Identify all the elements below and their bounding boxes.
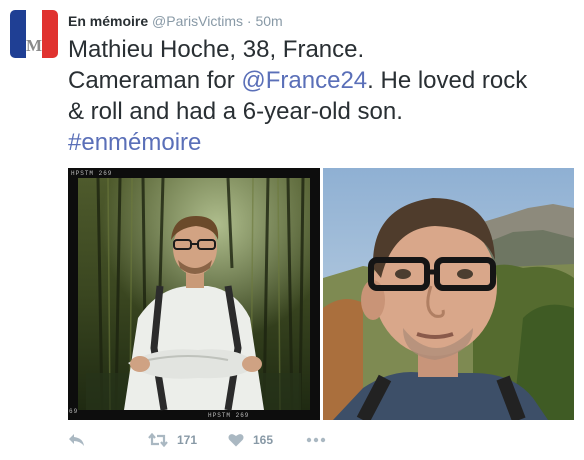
user-handle[interactable]: @ParisVictims bbox=[152, 13, 243, 29]
photo-2[interactable] bbox=[323, 168, 574, 420]
tweet-actions: 171 165 bbox=[68, 430, 326, 450]
avatar-letter: M bbox=[25, 36, 43, 55]
time-separator: · bbox=[246, 13, 252, 29]
tweet-text: Mathieu Hoche, 38, France. Cameraman for… bbox=[68, 34, 568, 158]
timestamp[interactable]: 50m bbox=[255, 13, 282, 29]
like-button[interactable]: 165 bbox=[228, 433, 306, 447]
hashtag-link[interactable]: #enmémoire bbox=[68, 129, 201, 156]
heart-icon bbox=[228, 434, 244, 447]
like-count: 165 bbox=[253, 433, 274, 447]
tweet-line-2: Cameraman for @France24. He loved rock bbox=[68, 65, 568, 96]
retweet-icon bbox=[148, 433, 168, 447]
reply-button[interactable] bbox=[68, 433, 148, 447]
tweet-line-3: & roll and had a 6-year-old son. bbox=[68, 98, 403, 125]
more-icon bbox=[306, 437, 326, 443]
photo-1-image bbox=[78, 177, 310, 411]
display-name[interactable]: En mémoire bbox=[68, 13, 148, 29]
reply-icon bbox=[69, 434, 84, 446]
photo-2-image bbox=[323, 168, 574, 420]
tweet-header: En mémoire @ParisVictims · 50m bbox=[68, 12, 283, 30]
photo-1[interactable]: HPSTM 269 HPSTM 269 69 bbox=[68, 168, 320, 420]
more-button[interactable] bbox=[306, 437, 326, 443]
mention-link[interactable]: @France24 bbox=[241, 67, 367, 94]
retweet-count: 171 bbox=[177, 433, 198, 447]
avatar[interactable]: M bbox=[10, 10, 58, 58]
tweet-line-2-end: . He loved rock bbox=[367, 67, 528, 94]
retweet-button[interactable]: 171 bbox=[148, 433, 228, 447]
tweet-line-1: Mathieu Hoche, 38, France. bbox=[68, 36, 365, 63]
tweet-line-2-start: Cameraman for bbox=[68, 67, 242, 94]
